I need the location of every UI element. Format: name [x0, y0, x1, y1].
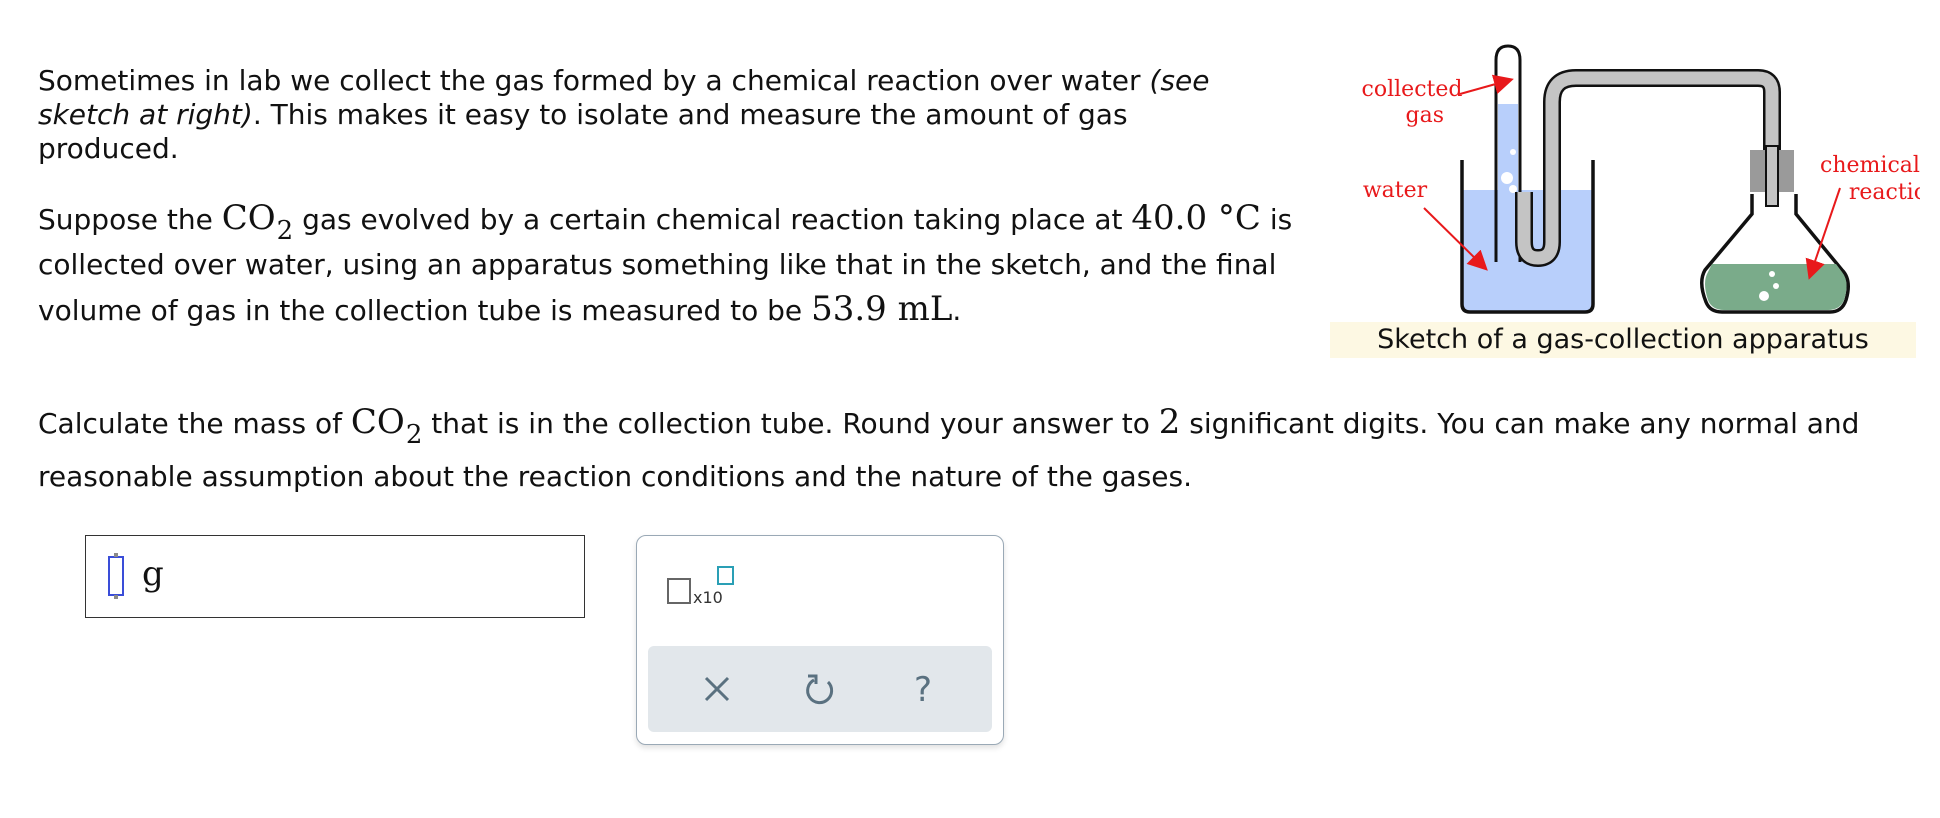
question-text-1: Calculate the mass of	[38, 407, 351, 440]
delivery-tube-outline	[1543, 69, 1781, 192]
undo-icon	[806, 674, 834, 705]
setup-text-1: Suppose the	[38, 203, 222, 236]
reaction-bubble	[1759, 291, 1769, 301]
question-mark-icon: ?	[914, 670, 932, 710]
stopper-tube	[1765, 145, 1779, 207]
x10-label: x10	[693, 588, 723, 607]
label-reaction: reaction	[1849, 180, 1920, 205]
label-chemical: chemical	[1820, 153, 1920, 178]
undo-button[interactable]	[795, 664, 845, 714]
intro-paragraph: Sometimes in lab we collect the gas form…	[38, 64, 1248, 166]
answer-unit: g	[142, 554, 164, 594]
gas-collection-sketch: collected gas water chemical reaction	[1320, 42, 1920, 322]
sketch-caption: Sketch of a gas-collection apparatus	[1330, 322, 1916, 358]
reaction-bubble	[1773, 283, 1779, 289]
setup-text-2: gas evolved by a certain chemical reacti…	[293, 203, 1132, 236]
bubble	[1509, 185, 1517, 193]
intro-text-1: Sometimes in lab we collect the gas form…	[38, 64, 1150, 97]
exponent-box-icon	[717, 566, 734, 585]
question-paragraph: Calculate the mass of CO2 that is in the…	[38, 396, 1918, 503]
scientific-notation-icon	[667, 578, 691, 604]
label-collected-gas-2: gas	[1406, 103, 1445, 128]
answer-input[interactable]: g	[85, 535, 585, 618]
temperature-value: 40.0 °C	[1131, 198, 1261, 238]
svg-text:?: ?	[914, 670, 932, 710]
answer-entry-slot[interactable]	[108, 553, 124, 599]
setup-text-4: .	[952, 294, 962, 327]
scientific-notation-button[interactable]: x10	[667, 566, 742, 612]
clear-button[interactable]	[692, 664, 742, 714]
bubble	[1510, 149, 1516, 155]
question-text-2: that is in the collection tube. Round yo…	[422, 407, 1159, 440]
setup-paragraph: Suppose the CO2 gas evolved by a certain…	[38, 196, 1308, 333]
volume-value: 53.9 mL	[811, 289, 953, 329]
bubble	[1501, 172, 1513, 184]
label-water: water	[1363, 178, 1428, 203]
delivery-tube	[1545, 71, 1779, 192]
gas-subscript: 2	[276, 216, 294, 246]
gas-formula: CO	[221, 198, 276, 238]
apparatus-drawing: collected gas water chemical reaction	[1362, 44, 1920, 314]
reaction-bubble	[1769, 271, 1775, 277]
action-bar: ?	[648, 646, 992, 732]
question-gas-formula: CO	[350, 402, 405, 442]
sig-digits-value: 2	[1158, 402, 1181, 442]
question-gas-subscript: 2	[405, 420, 423, 450]
label-collected-gas-1: collected	[1362, 77, 1463, 102]
math-palette: x10 ?	[636, 535, 1004, 745]
x-icon	[704, 676, 730, 702]
help-button[interactable]: ?	[898, 664, 948, 714]
arrow-collected-gas	[1459, 74, 1514, 95]
